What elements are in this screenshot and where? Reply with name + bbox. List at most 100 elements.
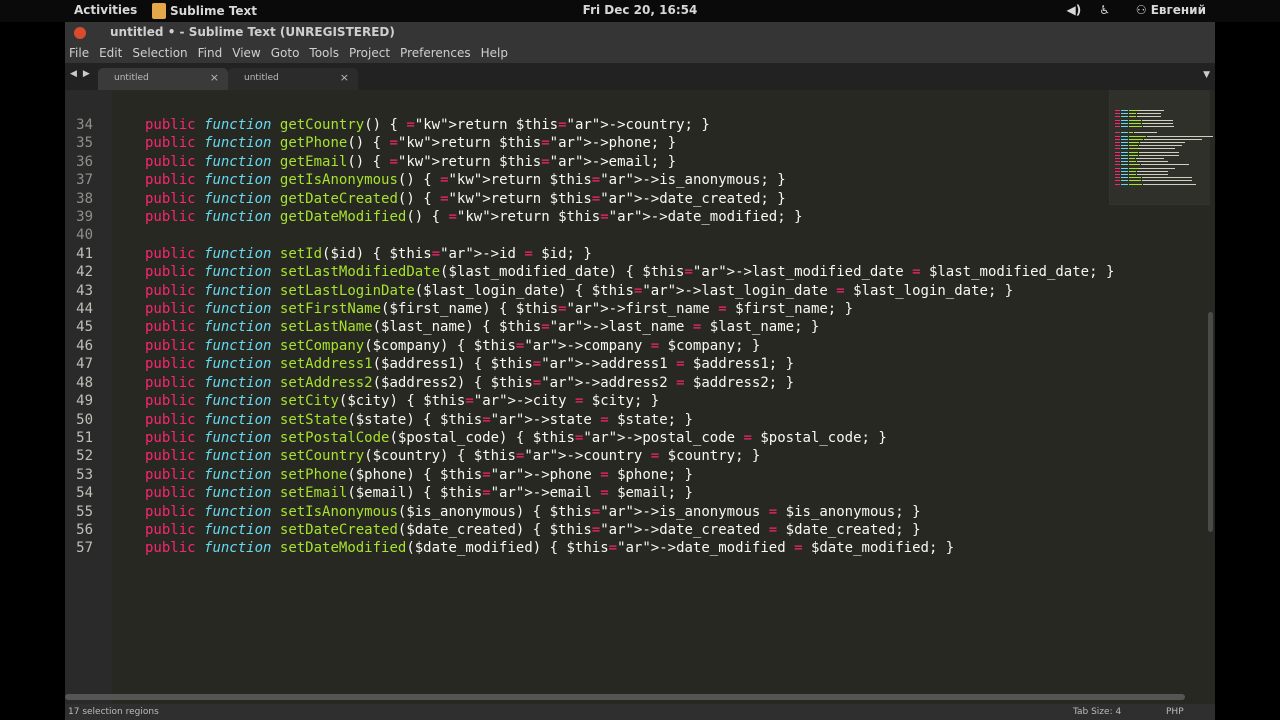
code-line[interactable]: 48 public function setAddress2($address2)… — [65, 374, 1215, 392]
line-code: public function setState($state) { $this… — [145, 411, 693, 428]
line-number: 37 — [76, 172, 93, 189]
line-number: 54 — [76, 485, 93, 502]
volume-icon[interactable]: ◀) — [1067, 3, 1082, 17]
menu-edit[interactable]: Edit — [95, 44, 128, 63]
line-rest: ($address2) { $this="ar">->address2 = $a… — [372, 374, 795, 391]
menu-selection[interactable]: Selection — [128, 44, 193, 63]
line-number: 46 — [76, 337, 93, 354]
line-code: public function setAddress2($address2) {… — [145, 374, 795, 391]
menu-find[interactable]: Find — [194, 44, 229, 63]
code-line[interactable]: 35 public function getPhone() { ="kw">ret… — [65, 134, 1215, 152]
minimap[interactable] — [1115, 90, 1214, 190]
code-line[interactable]: 52 public function setCountry($country) {… — [65, 447, 1215, 465]
code-line[interactable]: 57 public function setDateModified($date_… — [65, 539, 1215, 557]
user-menu[interactable]: ⚇ Евгений — [1136, 3, 1206, 17]
tab-next-icon[interactable]: ▶ — [83, 69, 90, 79]
code-line[interactable]: 45 public function setLastName($last_name… — [65, 318, 1215, 336]
tab-bar: ◀ ▶ untitled × untitled × ▼ — [65, 63, 1215, 90]
line-rest: () { ="kw">return $this="ar">->email; } — [347, 153, 677, 170]
title-bar: untitled • - Sublime Text (UNREGISTERED) — [65, 22, 1215, 44]
code-line[interactable]: 41 public function setId($id) { $this="ar… — [65, 245, 1215, 263]
code-line[interactable]: 36 public function getEmail() { ="kw">ret… — [65, 153, 1215, 171]
close-window-icon[interactable] — [74, 27, 86, 39]
line-number: 45 — [76, 319, 93, 336]
tab-close-icon[interactable]: × — [340, 71, 349, 84]
line-number: 40 — [76, 227, 93, 244]
line-code: public function setPhone($phone) { $this… — [145, 466, 693, 483]
line-number: 49 — [76, 393, 93, 410]
selection-status: 17 selection regions — [68, 707, 159, 717]
code-line[interactable]: 49 public function setCity($city) { $this… — [65, 392, 1215, 410]
code-line[interactable]: 47 public function setAddress1($address1)… — [65, 355, 1215, 373]
line-rest: ($last_name) { $this="ar">->last_name = … — [372, 319, 820, 336]
menu-tools[interactable]: Tools — [305, 44, 345, 63]
line-rest: () { ="kw">return $this="ar">->country; … — [364, 117, 710, 133]
tab-list-dropdown-icon[interactable]: ▼ — [1203, 70, 1210, 80]
code-line[interactable]: 38 public function getDateCreated() { ="k… — [65, 190, 1215, 208]
line-code: public function setAddress1($address1) {… — [145, 356, 795, 373]
tab-prev-icon[interactable]: ◀ — [70, 69, 77, 79]
syntax-indicator[interactable]: PHP — [1166, 707, 1184, 717]
line-number: 47 — [76, 356, 93, 373]
line-code: public function setDateCreated($date_cre… — [145, 521, 921, 538]
line-code: public function setFirstName($first_name… — [145, 301, 854, 318]
tab-untitled-1[interactable]: untitled × — [98, 68, 228, 90]
vertical-scrollbar[interactable] — [1208, 312, 1213, 532]
code-line[interactable]: 37 public function getIsAnonymous() { ="k… — [65, 171, 1215, 189]
line-code: public function setLastModifiedDate($las… — [145, 264, 1115, 281]
line-code: public function setDateModified($date_mo… — [145, 540, 955, 557]
code-line[interactable]: 53 public function setPhone($phone) { $th… — [65, 466, 1215, 484]
code-line[interactable]: 40 — [65, 226, 1215, 244]
menu-help[interactable]: Help — [477, 44, 514, 63]
menu-view[interactable]: View — [228, 44, 266, 63]
code-line[interactable]: 44 public function setFirstName($first_na… — [65, 300, 1215, 318]
line-code: public function getIsAnonymous() { ="kw"… — [145, 172, 786, 189]
line-code: public function getDateCreated() { ="kw"… — [145, 190, 786, 207]
code-line[interactable]: 55 public function setIsAnonymous($is_ano… — [65, 503, 1215, 521]
code-line[interactable]: 42 public function setLastModifiedDate($l… — [65, 263, 1215, 281]
line-rest: () { ="kw">return $this="ar">->date_modi… — [406, 209, 803, 226]
code-lines: 34 public function getCountry() { ="kw">r… — [65, 116, 1215, 558]
code-line[interactable]: 39 public function getDateModified() { ="… — [65, 208, 1215, 226]
code-line[interactable]: 50 public function setState($state) { $th… — [65, 411, 1215, 429]
line-number: 35 — [76, 135, 93, 152]
line-number: 53 — [76, 466, 93, 483]
menu-goto[interactable]: Goto — [267, 44, 306, 63]
line-code: public function getPhone() { ="kw">retur… — [145, 135, 677, 152]
menu-project[interactable]: Project — [345, 44, 396, 63]
line-rest: () { ="kw">return $this="ar">->is_anonym… — [397, 172, 786, 189]
tab-size-indicator[interactable]: Tab Size: 4 — [1073, 707, 1121, 717]
line-number: 55 — [76, 503, 93, 520]
line-rest: ($state) { $this="ar">->state = $state; … — [347, 411, 693, 428]
line-code: public function setIsAnonymous($is_anony… — [145, 503, 921, 520]
line-number: 36 — [76, 153, 93, 170]
tab-close-icon[interactable]: × — [210, 71, 219, 84]
system-top-bar: Activities Sublime Text Fri Dec 20, 16:5… — [0, 0, 1280, 22]
line-rest: ($phone) { $this="ar">->phone = $phone; … — [347, 466, 693, 483]
menu-file[interactable]: File — [65, 44, 95, 63]
line-rest: ($id) { $this="ar">->id = $id; } — [322, 245, 592, 262]
line-rest: ($first_name) { $this="ar">->first_name … — [381, 301, 854, 318]
accessibility-icon[interactable]: ♿ — [1099, 3, 1110, 17]
line-number: 41 — [76, 245, 93, 262]
code-line[interactable]: 56 public function setDateCreated($date_c… — [65, 521, 1215, 539]
line-number: 57 — [76, 540, 93, 557]
line-code: public function setCity($city) { $this="… — [145, 393, 660, 410]
line-number: 50 — [76, 411, 93, 428]
line-rest: ($email) { $this="ar">->email = $email; … — [347, 485, 693, 502]
code-line[interactable]: 54 public function setEmail($email) { $th… — [65, 484, 1215, 502]
horizontal-scrollbar[interactable] — [65, 694, 1185, 700]
line-rest: ($postal_code) { $this="ar">->postal_cod… — [389, 429, 887, 446]
line-code: public function setCountry($country) { $… — [145, 448, 761, 465]
code-line[interactable]: 51 public function setPostalCode($postal_… — [65, 429, 1215, 447]
line-rest: ($last_modified_date) { $this="ar">->las… — [440, 264, 1115, 281]
line-rest: ($city) { $this="ar">->city = $city; } — [338, 393, 660, 410]
code-editor[interactable]: 34 public function getCountry() { ="kw">r… — [65, 90, 1215, 710]
tab-untitled-2[interactable]: untitled × — [228, 68, 358, 90]
code-line[interactable]: 34 public function getCountry() { ="kw">r… — [65, 116, 1215, 134]
code-line[interactable]: 46 public function setCompany($company) {… — [65, 337, 1215, 355]
code-line[interactable]: 43 public function setLastLoginDate($last… — [65, 282, 1215, 300]
line-rest: ($is_anonymous) { $this="ar">->is_anonym… — [397, 503, 921, 520]
menu-preferences[interactable]: Preferences — [396, 44, 477, 63]
line-rest: ($address1) { $this="ar">->address1 = $a… — [372, 356, 795, 373]
